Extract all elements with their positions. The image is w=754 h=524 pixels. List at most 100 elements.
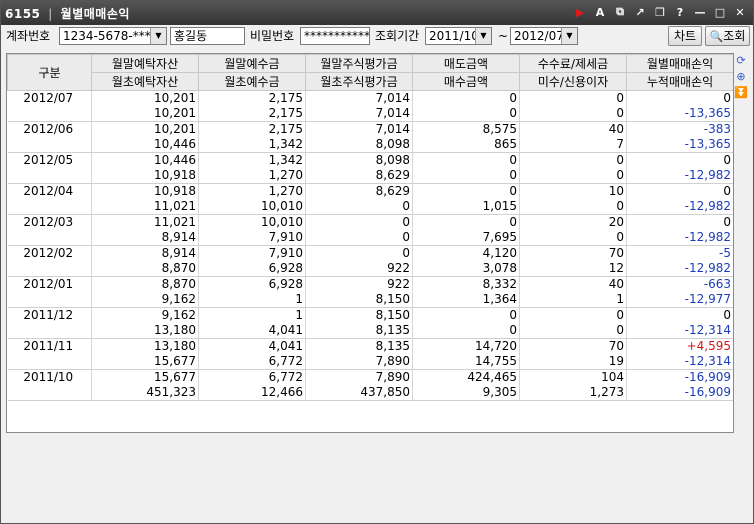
value-cell: 40: [519, 276, 627, 292]
chart-button[interactable]: 차트: [668, 26, 702, 46]
maximize-icon[interactable]: □: [713, 5, 727, 19]
table-row[interactable]: 10,201 2,175 7,014 0 0 -13,365: [7, 106, 733, 122]
chevron-down-icon[interactable]: ▼: [150, 28, 166, 44]
value-cell: 7,890: [305, 369, 413, 385]
value-cell: 8,332: [412, 276, 520, 292]
value-cell: -16,909: [626, 369, 733, 385]
header-cell: 월별매매손익: [626, 54, 733, 73]
table-row[interactable]: 2011/10 15,677 6,772 7,890 424,465 104 -16,909: [7, 369, 733, 385]
close-icon[interactable]: ✕: [733, 5, 747, 19]
value-cell: 8,150: [305, 292, 413, 308]
table-row[interactable]: 2012/04 10,918 1,270 8,629 0 10 0: [7, 183, 733, 199]
value-cell: 0: [305, 245, 413, 261]
header-category: 구분: [7, 54, 92, 91]
table-row[interactable]: 10,446 1,342 8,098 865 7 -13,365: [7, 137, 733, 153]
password-field[interactable]: ***********: [300, 27, 370, 45]
value-cell: 0: [519, 106, 627, 122]
value-cell: 70: [519, 245, 627, 261]
chevron-down-icon[interactable]: ▼: [561, 28, 577, 44]
table-row[interactable]: 2011/11 13,180 4,041 8,135 14,720 70 +4,595: [7, 338, 733, 354]
value-cell: -13,365: [626, 137, 733, 153]
value-cell: 1: [198, 307, 306, 323]
value-cell: 11,021: [91, 214, 199, 230]
value-cell: 19: [519, 354, 627, 370]
title-bar: 6155 | 월별매매손익 ▶ A ⧉ ↗ ❐ ? — □ ✕: [1, 1, 753, 25]
help-icon[interactable]: ?: [673, 5, 687, 19]
value-cell: 9,162: [91, 292, 199, 308]
value-cell: 15,677: [91, 354, 199, 370]
minimize-icon[interactable]: —: [693, 5, 707, 19]
refresh-icon[interactable]: ⟳: [734, 53, 748, 67]
copy-icon[interactable]: ⧉: [613, 5, 627, 19]
table-row[interactable]: 2011/12 9,162 1 8,150 0 0 0: [7, 307, 733, 323]
header-cell: 월말예탁자산: [91, 54, 199, 73]
value-cell: -12,982: [626, 230, 733, 246]
value-cell: 10,010: [198, 199, 306, 215]
table-row[interactable]: 2012/01 8,870 6,928 922 8,332 40 -663: [7, 276, 733, 292]
chevron-down-icon[interactable]: ▼: [475, 28, 491, 44]
value-cell: 6,772: [198, 354, 306, 370]
value-cell: 6,928: [198, 276, 306, 292]
value-cell: -12,977: [626, 292, 733, 308]
value-cell: 1,273: [519, 385, 627, 401]
value-cell: 9,305: [412, 385, 520, 401]
name-field[interactable]: 홍길동: [170, 27, 245, 45]
value-cell: 10,918: [91, 168, 199, 184]
value-cell: 8,135: [305, 323, 413, 339]
table-row[interactable]: 2012/05 10,446 1,342 8,098 0 0 0: [7, 152, 733, 168]
table-row[interactable]: 2012/02 8,914 7,910 0 4,120 70 -5: [7, 245, 733, 261]
table-row[interactable]: 2012/06 10,201 2,175 7,014 8,575 40 -383: [7, 121, 733, 137]
table-row[interactable]: 11,021 10,010 0 1,015 0 -12,982: [7, 199, 733, 215]
value-cell: 14,755: [412, 354, 520, 370]
password-value: ***********: [304, 29, 370, 43]
screen-id: 6155: [5, 7, 41, 21]
period-from-select[interactable]: 2011/10 ▼: [425, 27, 492, 45]
add-icon[interactable]: ⊕: [734, 69, 748, 83]
table-row[interactable]: 2012/03 11,021 10,010 0 0 20 0: [7, 214, 733, 230]
value-cell: 0: [519, 230, 627, 246]
value-cell: 7,695: [412, 230, 520, 246]
value-cell: 0: [626, 152, 733, 168]
font-icon[interactable]: A: [593, 5, 607, 19]
table-row[interactable]: 10,918 1,270 8,629 0 0 -12,982: [7, 168, 733, 184]
account-select[interactable]: 1234-5678-**** ▼: [59, 27, 167, 45]
table-row[interactable]: 2012/07 10,201 2,175 7,014 0 0 0: [7, 90, 733, 106]
table-row[interactable]: 13,180 4,041 8,135 0 0 -12,314: [7, 323, 733, 339]
value-cell: 0: [412, 307, 520, 323]
value-cell: 10,446: [91, 137, 199, 153]
pin-icon[interactable]: ↗: [633, 5, 647, 19]
value-cell: 0: [412, 90, 520, 106]
restore-icon[interactable]: ❐: [653, 5, 667, 19]
period-to-select[interactable]: 2012/07 ▼: [510, 27, 578, 45]
value-cell: 13,180: [91, 338, 199, 354]
month-cell: [7, 137, 92, 153]
table-row[interactable]: 8,870 6,928 922 3,078 12 -12,982: [7, 261, 733, 277]
value-cell: 104: [519, 369, 627, 385]
expand-down-icon[interactable]: ⏬: [734, 85, 748, 99]
value-cell: 8,870: [91, 276, 199, 292]
table-row[interactable]: 15,677 6,772 7,890 14,755 19 -12,314: [7, 354, 733, 370]
table-row[interactable]: 8,914 7,910 0 7,695 0 -12,982: [7, 230, 733, 246]
value-cell: 451,323: [91, 385, 199, 401]
header-cell: 월말주식평가금: [305, 54, 413, 73]
value-cell: 2,175: [198, 90, 306, 106]
value-cell: 0: [412, 323, 520, 339]
value-cell: -12,314: [626, 354, 733, 370]
value-cell: 10,918: [91, 183, 199, 199]
value-cell: 0: [305, 230, 413, 246]
play-icon[interactable]: ▶: [573, 5, 587, 19]
month-cell: 2012/01: [7, 276, 92, 292]
value-cell: -663: [626, 276, 733, 292]
account-label: 계좌번호: [6, 29, 51, 43]
value-cell: 0: [305, 199, 413, 215]
value-cell: 0: [412, 214, 520, 230]
value-cell: -13,365: [626, 106, 733, 122]
value-cell: 865: [412, 137, 520, 153]
value-cell: 1: [519, 292, 627, 308]
value-cell: 10: [519, 183, 627, 199]
value-cell: 4,041: [198, 323, 306, 339]
table-row[interactable]: 9,162 1 8,150 1,364 1 -12,977: [7, 292, 733, 308]
value-cell: 0: [626, 90, 733, 106]
search-button[interactable]: 🔍조회: [705, 26, 750, 46]
table-row[interactable]: 451,323 12,466 437,850 9,305 1,273 -16,909: [7, 385, 733, 401]
